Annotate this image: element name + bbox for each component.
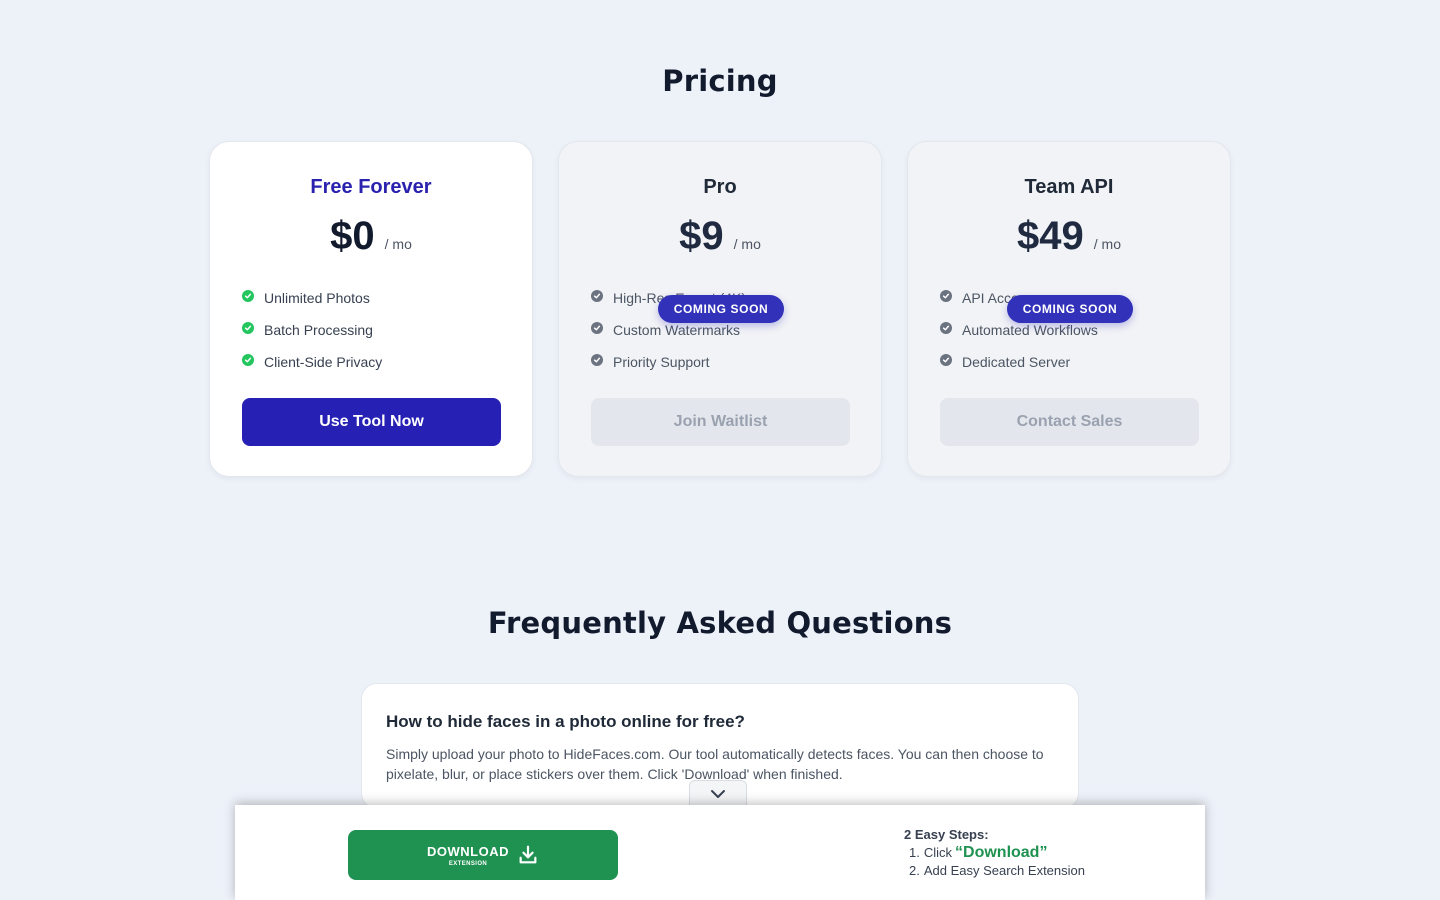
check-circle-icon: [940, 354, 952, 366]
feature-label: Unlimited Photos: [264, 290, 370, 306]
feature-item: Batch Processing: [242, 314, 382, 346]
chevron-down-icon: [710, 786, 726, 804]
step-number: 2.: [909, 863, 920, 878]
feature-item: Client-Side Privacy: [242, 346, 382, 378]
coming-soon-badge: COMING SOON: [658, 295, 784, 323]
pricing-title: Pricing: [662, 64, 778, 98]
steps-title: 2 Easy Steps:: [904, 827, 989, 842]
faq-question: How to hide faces in a photo online for …: [386, 712, 745, 731]
join-waitlist-button[interactable]: Join Waitlist: [591, 398, 850, 446]
feature-label: Priority Support: [613, 354, 710, 370]
feature-label: Automated Workflows: [962, 322, 1098, 338]
check-circle-icon: [591, 354, 603, 366]
plan-name: Pro: [703, 176, 737, 198]
feature-label: Custom Watermarks: [613, 322, 741, 338]
step-item: 2. Add Easy Search Extension: [909, 862, 1085, 880]
plan-period: / mo: [384, 236, 412, 252]
faq-title: Frequently Asked Questions: [487, 606, 953, 640]
price-row: $49 / mo: [908, 214, 1230, 259]
install-steps: 2 Easy Steps: 1. Click “Download” 2. Add…: [904, 827, 1085, 880]
plan-price: $0: [330, 214, 375, 258]
price-row: $0 / mo: [210, 214, 532, 259]
faq-answer: Simply upload your photo to HideFaces.co…: [386, 746, 1044, 782]
check-circle-icon: [591, 322, 603, 334]
download-sublabel: EXTENSION: [448, 860, 488, 867]
step-text: Click: [923, 845, 953, 860]
price-row: $9 / mo: [559, 214, 881, 259]
coming-soon-badge: COMING SOON: [1007, 295, 1133, 323]
check-circle-icon: [940, 322, 952, 334]
check-circle-icon: [242, 354, 254, 366]
collapse-bar-toggle[interactable]: [689, 780, 747, 808]
plan-period: / mo: [1093, 236, 1121, 252]
extension-bottom-bar: DOWNLOAD EXTENSION 2 Easy Steps: 1. Clic…: [235, 805, 1205, 900]
check-circle-icon: [940, 290, 952, 302]
download-icon: [517, 844, 539, 866]
step-text: Add Easy Search Extension: [923, 863, 1085, 878]
pricing-card-pro: Pro $9 / mo High-Res Export (4K) Custom …: [558, 141, 882, 477]
check-circle-icon: [242, 322, 254, 334]
download-label-group: DOWNLOAD EXTENSION: [427, 844, 509, 867]
plan-price: $9: [679, 214, 724, 258]
check-circle-icon: [591, 290, 603, 302]
plan-price: $49: [1017, 214, 1084, 258]
pricing-card-free: Free Forever $0 / mo Unlimited Photos Ba…: [209, 141, 533, 477]
feature-item: Unlimited Photos: [242, 282, 382, 314]
plan-name: Team API: [1024, 176, 1114, 198]
pricing-card-team-api: Team API $49 / mo API Access Automated W…: [907, 141, 1231, 477]
feature-label: Client-Side Privacy: [264, 354, 383, 370]
steps-list: 1. Click “Download” 2. Add Easy Search E…: [909, 844, 1085, 880]
feature-label: Dedicated Server: [962, 354, 1071, 370]
feature-item: Dedicated Server: [940, 346, 1098, 378]
download-label: DOWNLOAD: [427, 843, 509, 859]
feature-label: Batch Processing: [264, 322, 373, 338]
feature-item: Priority Support: [591, 346, 746, 378]
plan-name: Free Forever: [310, 176, 432, 198]
step-item: 1. Click “Download”: [909, 844, 1085, 862]
plan-period: / mo: [733, 236, 761, 252]
step-highlight: “Download”: [955, 844, 1048, 861]
step-number: 1.: [909, 845, 920, 860]
contact-sales-button[interactable]: Contact Sales: [940, 398, 1199, 446]
feature-list: Unlimited Photos Batch Processing Client…: [242, 282, 382, 378]
check-circle-icon: [242, 290, 254, 302]
use-tool-now-button[interactable]: Use Tool Now: [242, 398, 501, 446]
download-extension-button[interactable]: DOWNLOAD EXTENSION: [348, 830, 618, 880]
